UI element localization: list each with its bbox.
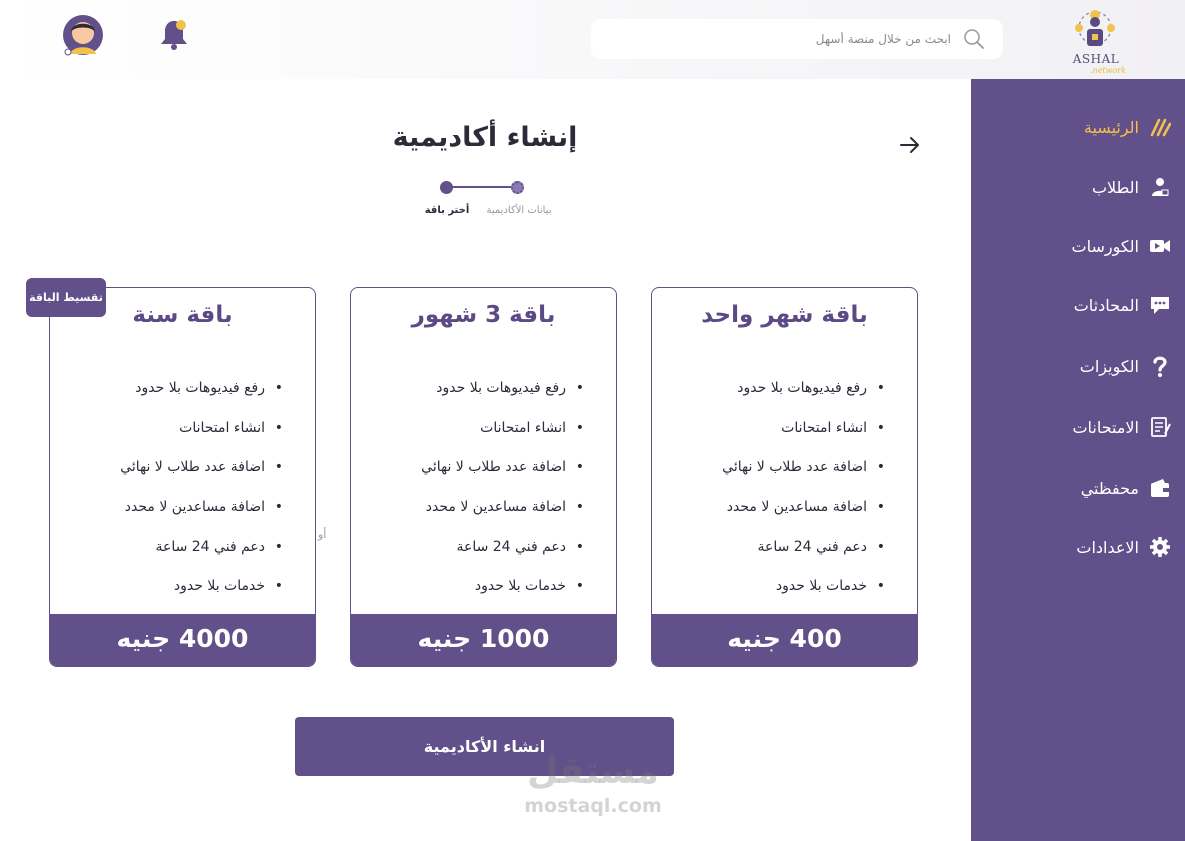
sidebar-item-label: الكورسات [1071,236,1140,256]
sidebar-item-settings[interactable]: الاعدادات [1076,532,1171,562]
user-avatar[interactable] [62,14,104,56]
search-bar[interactable] [591,19,1003,59]
plan-feature: انشاء امتحانات [722,420,885,460]
wallet-icon [1151,479,1169,497]
plan-title: باقة شهر واحد [701,302,868,328]
back-arrow-icon[interactable] [898,133,922,157]
sidebar-item-home[interactable]: الرئيسية [1084,112,1171,142]
plan-feature: دعم فني 24 ساعة [421,539,584,579]
sidebar-item-label: محفظتي [1080,478,1139,498]
plan-features: رفع فيديوهات بلا حدود انشاء امتحانات اضا… [421,380,584,618]
plan-price: 4000 جنيه [50,614,315,666]
plan-card-one-month[interactable]: باقة شهر واحد رفع فيديوهات بلا حدود انشا… [651,287,918,667]
step-label-academy-data: بيانات الأكاديمية [486,205,552,216]
plan-price: 400 جنيه [652,614,917,666]
step-dot-academy-data [511,181,524,194]
plan-feature: اضافة عدد طلاب لا نهائي [120,459,283,499]
sidebar: الرئيسية الطلاب الكورسات المحادثات الكوي… [971,79,1185,841]
plan-feature: انشاء امتحانات [421,420,584,460]
sidebar-item-label: الطلاب [1091,177,1139,197]
logo-subtext: .network [1090,66,1126,75]
plan-feature: انشاء امتحانات [120,420,283,460]
plan-features: رفع فيديوهات بلا حدود انشاء امتحانات اضا… [120,380,283,618]
plan-feature: دعم فني 24 ساعة [722,539,885,579]
plan-feature: رفع فيديوهات بلا حدود [722,380,885,420]
gear-icon [1150,537,1170,557]
sidebar-item-wallet[interactable]: محفظتي [1081,473,1171,503]
plan-feature: اضافة عدد طلاب لا نهائي [722,459,885,499]
sidebar-item-chats[interactable]: المحادثات [1074,290,1171,320]
plan-title: باقة 3 شهور [411,302,556,328]
plan-feature: اضافة عدد طلاب لا نهائي [421,459,584,499]
logo-text: ASHAL [1072,52,1120,66]
sidebar-item-courses[interactable]: الكورسات [1072,231,1172,261]
plan-feature: خدمات بلا حدود [722,578,885,618]
plan-card-one-year[interactable]: باقة سنة رفع فيديوهات بلا حدود انشاء امت… [49,287,316,667]
plan-price: 1000 جنيه [351,614,616,666]
plan-feature: دعم فني 24 ساعة [120,539,283,579]
chat-icon [1151,297,1169,314]
sidebar-item-label: الرئيسية [1083,117,1139,137]
search-input[interactable] [621,19,951,59]
exam-icon [1151,417,1171,437]
bell-icon[interactable] [158,17,190,51]
watermark-english: mostaql.com [524,795,662,817]
sidebar-item-quizzes[interactable]: الكويزات [1080,351,1171,381]
top-header: ASHAL .network [0,0,1185,79]
watermark-arabic: مستقل [527,751,659,792]
plan-feature: رفع فيديوهات بلا حدود [421,380,584,420]
plan-features: رفع فيديوهات بلا حدود انشاء امتحانات اضا… [722,380,885,618]
step-dot-choose-plan [440,181,453,194]
step-label-choose-plan: أختر باقة [424,205,470,216]
page-title: إنشاء أكاديمية [392,122,578,153]
sidebar-item-students[interactable]: الطلاب [1092,172,1171,202]
sidebar-item-label: الكويزات [1079,356,1139,376]
video-camera-icon [1150,240,1170,252]
plan-card-three-months[interactable]: باقة 3 شهور رفع فيديوهات بلا حدود انشاء … [350,287,617,667]
plan-feature: خدمات بلا حدود [120,578,283,618]
plan-feature: اضافة مساعدين لا محدد [120,499,283,539]
sidebar-item-label: الاعدادات [1076,537,1139,557]
sidebar-item-label: الامتحانات [1072,417,1139,437]
plan-feature: خدمات بلا حدود [421,578,584,618]
sidebar-item-label: المحادثات [1073,295,1139,315]
or-text: أو [318,528,327,541]
plan-feature: رفع فيديوهات بلا حدود [120,380,283,420]
stepper-line [447,186,518,188]
students-icon [1152,178,1169,196]
watermark: مستقل mostaql.com [513,752,673,818]
plan-feature: اضافة مساعدين لا محدد [722,499,885,539]
search-icon[interactable] [963,28,985,50]
plan-feature: اضافة مساعدين لا محدد [421,499,584,539]
sidebar-item-exams[interactable]: الامتحانات [1072,412,1171,442]
home-slash-icon [1150,118,1171,137]
installment-badge[interactable]: تقسيط الباقة [26,278,106,317]
question-icon [1153,356,1167,377]
